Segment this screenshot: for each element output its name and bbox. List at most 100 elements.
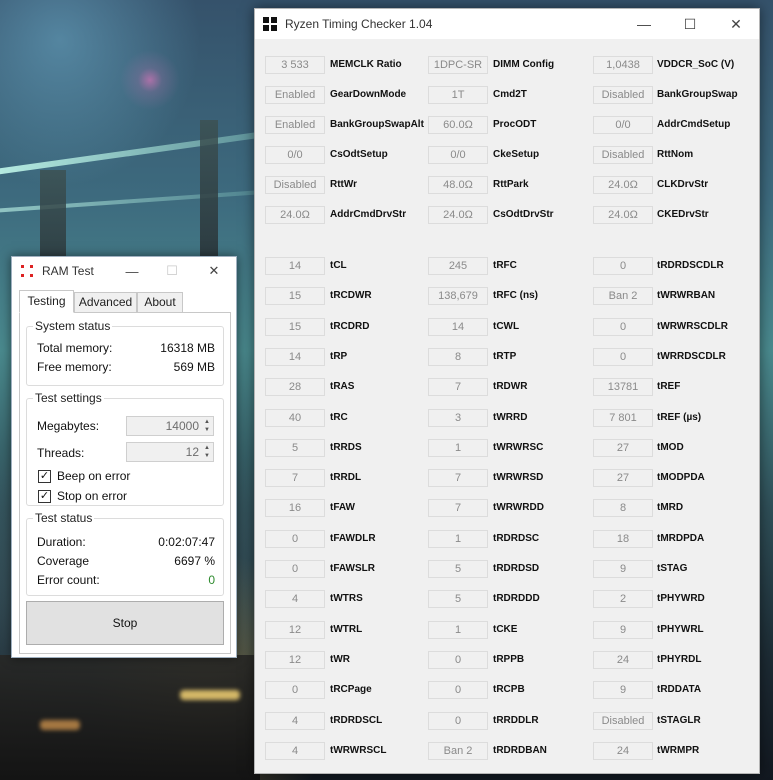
value-field-tcke[interactable]: 1 [428,620,488,639]
value-field-trdrdsd[interactable]: 5 [428,560,488,578]
value-field-memclk-ratio[interactable]: 3 533 [265,56,325,74]
value-field-twrwrsd[interactable]: 7 [428,469,488,488]
value-field-tcwl[interactable]: 14 [428,317,488,336]
stop-on-error-checkbox[interactable]: ✓ [38,490,51,503]
value-field-trrdl[interactable]: 7 [265,469,325,488]
value-field-tmod[interactable]: 27 [593,438,653,457]
value-field-trcpage[interactable]: 0 [265,681,325,700]
value-field-trc[interactable]: 40 [265,408,325,427]
value-field-tras[interactable]: 28 [265,378,325,397]
value-field-bankgroupswap[interactable]: Disabled [593,86,653,104]
value-field-tstag[interactable]: 9 [593,560,653,578]
value-field-twrwrban[interactable]: Ban 2 [593,287,653,306]
field-label: tRDRDSCL [330,714,383,726]
field-label: tRP [330,350,348,362]
value-field-twrrdscdlr[interactable]: 0 [593,347,653,366]
value-field-twtrs[interactable]: 4 [265,590,325,609]
value-field-trdrdsc[interactable]: 1 [428,529,488,548]
field-label: RttWr [330,179,358,190]
value-field-addrcmddrvstr[interactable]: 24.0Ω [265,206,325,224]
value-field-tref[interactable]: 13781 [593,378,653,397]
threads-stepper[interactable]: 12 ▲ ▼ [126,442,214,462]
value-field-trrds[interactable]: 5 [265,438,325,457]
ram-close-button[interactable]: ✕ [194,257,234,285]
threads-label: Threads: [37,446,85,460]
value-field-clkdrvstr[interactable]: 24.0Ω [593,176,653,194]
close-button[interactable]: ✕ [713,9,759,39]
value-field-tfaw[interactable]: 16 [265,499,325,518]
value-field-trppb[interactable]: 0 [428,650,488,669]
field-label: tRCPage [330,684,372,696]
rtc-titlebar[interactable]: Ryzen Timing Checker 1.04 — ☐ ✕ [255,9,759,39]
value-field-tref-s[interactable]: 7 801 [593,408,653,427]
field-label: tMOD [657,441,684,453]
value-field-rttwr[interactable]: Disabled [265,176,325,194]
value-field-trcpb[interactable]: 0 [428,681,488,700]
field-label: tRDDATA [657,684,702,696]
value-field-tmrdpda[interactable]: 18 [593,529,653,548]
value-field-tphyrdl[interactable]: 24 [593,650,653,669]
value-field-addrcmdsetup[interactable]: 0/0 [593,116,653,134]
value-field-vddcr-soc-v[interactable]: 1,0438 [593,56,653,74]
minimize-button[interactable]: — [621,9,667,39]
field-label: tRRDDLR [493,714,539,726]
stop-button[interactable]: Stop [26,601,224,645]
value-field-twrwrdd[interactable]: 7 [428,499,488,518]
ram-minimize-button[interactable]: — [112,257,152,285]
tab-testing[interactable]: Testing [19,290,74,313]
spin-arrows-icon[interactable]: ▲ ▼ [202,418,212,434]
value-field-procodt[interactable]: 60.0Ω [428,116,488,134]
field-label: BankGroupSwap [657,89,738,100]
stop-on-error-label: Stop on error [57,489,128,503]
spin-arrows-icon[interactable]: ▲ ▼ [202,444,212,460]
value-field-ckesetup[interactable]: 0/0 [428,146,488,164]
value-field-tfawslr[interactable]: 0 [265,560,325,578]
value-field-trtp[interactable]: 8 [428,347,488,366]
tab-advanced[interactable]: Advanced [74,292,137,313]
field-label: tRRDS [330,441,362,453]
value-field-trrddlr[interactable]: 0 [428,711,488,730]
value-field-cmd2t[interactable]: 1T [428,86,488,104]
value-field-twrmpr[interactable]: 24 [593,741,653,760]
maximize-button[interactable]: ☐ [667,9,713,39]
value-field-geardownmode[interactable]: Enabled [265,86,325,104]
value-field-dimm-config[interactable]: 1DPC-SR [428,56,488,74]
value-field-rttnom[interactable]: Disabled [593,146,653,164]
value-field-twrwrscdlr[interactable]: 0 [593,317,653,336]
value-field-tcl[interactable]: 14 [265,257,325,275]
field-label: CsOdtDrvStr [493,209,554,220]
scene-tower [200,120,218,270]
value-field-twr[interactable]: 12 [265,650,325,669]
value-field-trcdrd[interactable]: 15 [265,317,325,336]
value-field-ckedrvstr[interactable]: 24.0Ω [593,206,653,224]
value-field-trdrddd[interactable]: 5 [428,590,488,609]
value-field-rttpark[interactable]: 48.0Ω [428,176,488,194]
value-field-csodtdrvstr[interactable]: 24.0Ω [428,206,488,224]
value-field-trcdwr[interactable]: 15 [265,287,325,306]
value-field-tstaglr[interactable]: Disabled [593,711,653,730]
value-field-twrrd[interactable]: 3 [428,408,488,427]
ram-titlebar[interactable]: RAM Test — ☐ ✕ [12,257,236,285]
tab-about[interactable]: About [137,292,183,313]
value-field-trdrdscdlr[interactable]: 0 [593,257,653,275]
value-field-trdrdscl[interactable]: 4 [265,711,325,730]
value-field-tmodpda[interactable]: 27 [593,469,653,488]
value-field-twtrl[interactable]: 12 [265,620,325,639]
field-label: CLKDrvStr [657,179,709,190]
value-field-tmrd[interactable]: 8 [593,499,653,518]
value-field-twrwrscl[interactable]: 4 [265,741,325,760]
beep-on-error-checkbox[interactable]: ✓ [38,470,51,483]
value-field-twrwrsc[interactable]: 1 [428,438,488,457]
value-field-trdwr[interactable]: 7 [428,378,488,397]
value-field-bankgroupswapalt[interactable]: Enabled [265,116,325,134]
value-field-trddata[interactable]: 9 [593,681,653,700]
value-field-trdrdban[interactable]: Ban 2 [428,741,488,760]
value-field-csodtsetup[interactable]: 0/0 [265,146,325,164]
megabytes-stepper[interactable]: 14000 ▲ ▼ [126,416,214,436]
value-field-tphywrd[interactable]: 2 [593,590,653,609]
value-field-trfc[interactable]: 245 [428,257,488,275]
value-field-tphywrl[interactable]: 9 [593,620,653,639]
value-field-tfawdlr[interactable]: 0 [265,529,325,548]
value-field-trp[interactable]: 14 [265,347,325,366]
value-field-trfc-ns[interactable]: 138,679 [428,287,488,306]
